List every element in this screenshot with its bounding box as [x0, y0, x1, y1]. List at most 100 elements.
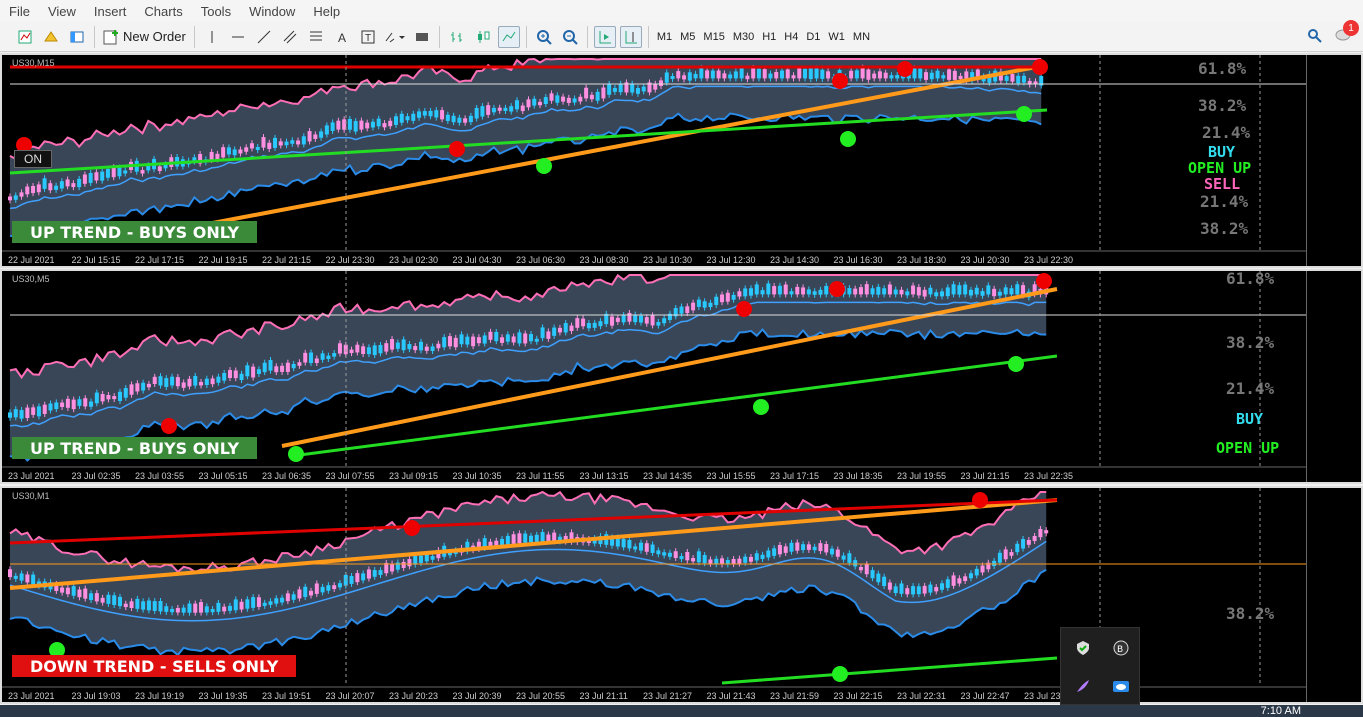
candle-body: [532, 98, 537, 106]
timeframe-m1[interactable]: M1: [653, 26, 676, 48]
period-separator-icon[interactable]: [411, 26, 433, 48]
trendline-green: [721, 656, 1058, 685]
candle-body: [245, 599, 250, 609]
candle-body: [233, 370, 238, 379]
time-axis[interactable]: [2, 686, 1361, 702]
candle-body: [783, 284, 788, 295]
arrows-dropdown-icon[interactable]: [383, 26, 407, 48]
candle-body: [543, 97, 548, 105]
candle-body: [997, 291, 1002, 296]
chart-pane-m5[interactable]: 35083.2035055.2035035.6034988.0034940.40…: [0, 269, 1363, 484]
candle-body: [676, 71, 681, 79]
candle-body: [860, 67, 865, 79]
candle-body: [407, 344, 412, 350]
candle-body: [607, 83, 612, 95]
candle-body: [19, 192, 24, 197]
zoom-out-icon[interactable]: [559, 26, 581, 48]
cloud-app-icon[interactable]: [1111, 676, 1131, 696]
price-axis[interactable]: [1306, 271, 1361, 482]
bluetooth-app-icon[interactable]: B: [1111, 638, 1131, 658]
autoscroll-icon[interactable]: [593, 25, 616, 48]
candle-body: [722, 73, 727, 79]
price-axis[interactable]: [1306, 55, 1361, 266]
timeframe-w1[interactable]: W1: [824, 26, 849, 48]
chart-shift-icon[interactable]: [619, 25, 642, 48]
timeframe-h4[interactable]: H4: [780, 26, 802, 48]
candle-body: [899, 583, 904, 594]
candle-body: [768, 73, 773, 79]
candle-body: [656, 550, 661, 555]
candle-body: [123, 170, 128, 174]
search-icon[interactable]: [1307, 28, 1323, 44]
candle-body: [326, 585, 331, 591]
feather-app-icon[interactable]: [1073, 676, 1093, 696]
candle-body: [378, 570, 383, 576]
time-axis[interactable]: [2, 466, 1361, 482]
timeframe-h1[interactable]: H1: [758, 26, 780, 48]
candle-body: [745, 75, 750, 80]
menu-file[interactable]: File: [0, 4, 39, 19]
candle-body: [463, 118, 468, 123]
menu-tools[interactable]: Tools: [192, 4, 240, 19]
candle-body: [451, 115, 456, 123]
signal-dot: [404, 520, 420, 536]
profiles-icon[interactable]: [40, 26, 62, 48]
fibonacci-icon[interactable]: [305, 26, 327, 48]
signal-dot: [897, 61, 913, 77]
candle-body: [716, 70, 721, 79]
bar-chart-icon[interactable]: [446, 26, 468, 48]
notifications-button[interactable]: 1: [1335, 20, 1359, 45]
security-shield-icon[interactable]: [1073, 638, 1093, 658]
candle-body: [667, 552, 672, 557]
candle-body: [193, 375, 198, 386]
candle-body: [922, 585, 927, 594]
candlestick-chart-icon[interactable]: [472, 26, 494, 48]
zoom-in-icon[interactable]: [533, 26, 555, 48]
on-toggle-button[interactable]: ON: [14, 150, 52, 168]
candle-body: [945, 287, 950, 297]
line-chart-icon[interactable]: [497, 25, 520, 48]
timeframe-mn[interactable]: MN: [849, 26, 874, 48]
trendline-icon[interactable]: [253, 26, 275, 48]
equidistant-channel-icon[interactable]: [279, 26, 301, 48]
candle-body: [89, 401, 94, 407]
menu-charts[interactable]: Charts: [135, 4, 191, 19]
market-watch-icon[interactable]: [66, 26, 88, 48]
menu-window[interactable]: Window: [240, 4, 304, 19]
candle-body: [349, 576, 354, 584]
candle-body: [106, 594, 111, 604]
menu-insert[interactable]: Insert: [85, 4, 136, 19]
chart-pane-m15[interactable]: 35070.1035055.2034988.5034906.9034827.70…: [0, 53, 1363, 268]
candle-body: [372, 570, 377, 577]
timeframe-d1[interactable]: D1: [802, 26, 824, 48]
menu-help[interactable]: Help: [304, 4, 349, 19]
timeframe-m30[interactable]: M30: [729, 26, 758, 48]
candle-body: [399, 113, 404, 123]
candle-body: [59, 181, 64, 189]
toolbar-separator: [193, 25, 195, 48]
timeframe-m5[interactable]: M5: [676, 26, 699, 48]
time-axis[interactable]: [2, 250, 1361, 266]
candle-body: [737, 291, 742, 297]
chart-pane-m1[interactable]: 35091.9535069.8035055.2035047.1035025.00…: [0, 486, 1363, 704]
text-icon[interactable]: A: [331, 26, 353, 48]
candle-body: [509, 106, 514, 112]
menu-view[interactable]: View: [39, 4, 85, 19]
candle-body: [227, 605, 232, 611]
vertical-line-icon[interactable]: [201, 26, 223, 48]
candle-body: [25, 574, 30, 583]
horizontal-line-icon[interactable]: [227, 26, 249, 48]
candle-body: [232, 149, 237, 156]
candle-body: [359, 120, 364, 130]
candle-body: [187, 603, 192, 613]
candle-body: [94, 172, 99, 181]
text-label-icon[interactable]: T: [357, 26, 379, 48]
candle-body: [65, 587, 70, 595]
timeframe-m15[interactable]: M15: [699, 26, 728, 48]
price-axis[interactable]: [1306, 488, 1361, 702]
candle-body: [754, 553, 759, 561]
new-chart-icon[interactable]: [14, 26, 36, 48]
candle-body: [36, 184, 41, 193]
candle-body: [980, 291, 985, 296]
new-order-button[interactable]: New Order: [99, 29, 190, 45]
